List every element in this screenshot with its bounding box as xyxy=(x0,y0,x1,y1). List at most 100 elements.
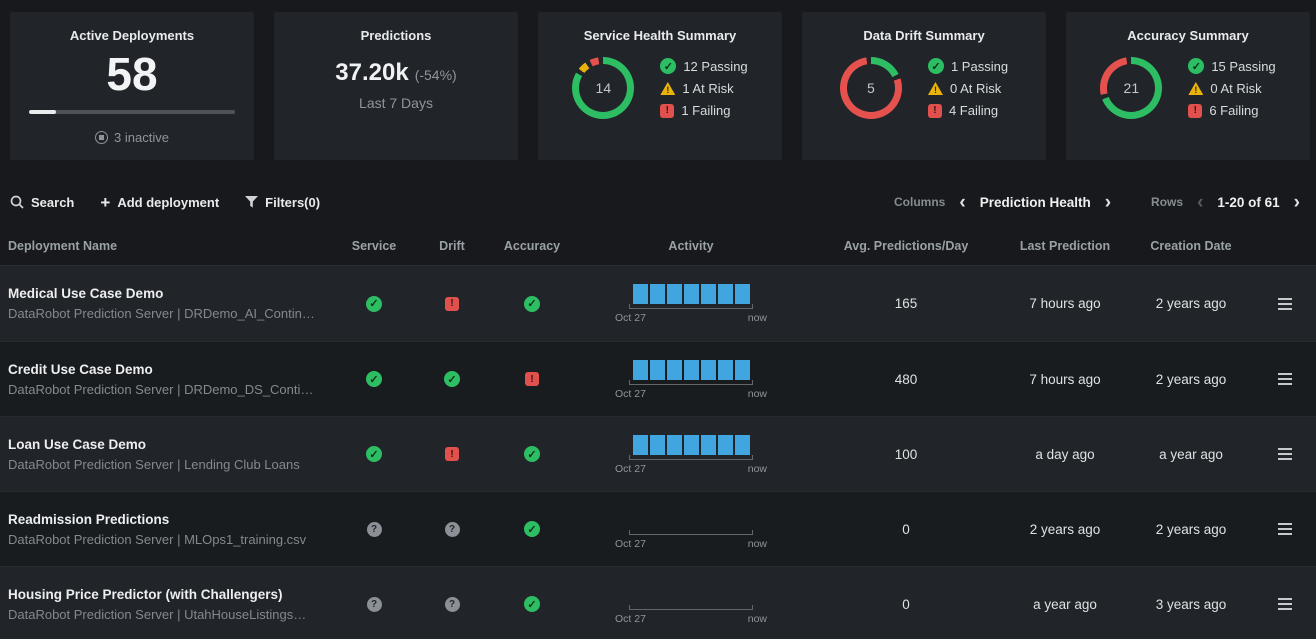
deployment-source: DataRobot Prediction Server | DRDemo_DS_… xyxy=(8,382,313,397)
row-menu-button[interactable] xyxy=(1278,523,1292,535)
drift-status-fail-icon[interactable] xyxy=(445,297,459,311)
activity-end-label: now xyxy=(748,463,767,475)
passing-icon xyxy=(1188,58,1204,74)
deployment-name-link[interactable]: Loan Use Case Demo xyxy=(8,437,146,452)
accuracy-status-pass-icon[interactable] xyxy=(524,446,540,462)
deployment-name-link[interactable]: Readmission Predictions xyxy=(8,512,169,527)
deployment-name-cell: Loan Use Case Demo DataRobot Prediction S… xyxy=(0,437,336,472)
header-deployment-name[interactable]: Deployment Name xyxy=(0,239,336,253)
legend-label: 0 At Risk xyxy=(950,81,1001,96)
search-icon xyxy=(10,195,24,209)
accuracy-status-cell xyxy=(492,372,572,386)
service-status-unknown-icon[interactable] xyxy=(367,597,382,612)
header-last-prediction[interactable]: Last Prediction xyxy=(1002,239,1128,253)
activity-bars xyxy=(633,434,750,455)
header-service[interactable]: Service xyxy=(336,239,412,253)
activity-bar xyxy=(701,435,716,455)
activity-bar xyxy=(735,360,750,380)
accuracy-status-pass-icon[interactable] xyxy=(524,596,540,612)
accuracy-status-pass-icon[interactable] xyxy=(524,521,540,537)
data-drift-legend: 1 Passing 0 At Risk 4 Failing xyxy=(928,58,1008,118)
table-header: Deployment Name Service Drift Accuracy A… xyxy=(0,226,1316,266)
accuracy-status-cell xyxy=(492,596,572,612)
header-activity[interactable]: Activity xyxy=(572,239,810,253)
header-creation-date[interactable]: Creation Date xyxy=(1128,239,1254,253)
row-actions-cell xyxy=(1254,598,1316,610)
deployment-source: DataRobot Prediction Server | Lending Cl… xyxy=(8,457,300,472)
row-actions-cell xyxy=(1254,523,1316,535)
activity-bar xyxy=(650,284,665,304)
filters-label: Filters(0) xyxy=(265,195,320,210)
rows-next-chevron-icon[interactable]: › xyxy=(1292,193,1302,212)
service-status-pass-icon[interactable] xyxy=(366,296,382,312)
table-toolbar: Search + Add deployment Filters(0) Colum… xyxy=(0,178,1316,226)
drift-status-unknown-icon[interactable] xyxy=(445,522,460,537)
table-row[interactable]: Loan Use Case Demo DataRobot Prediction S… xyxy=(0,416,1316,491)
header-drift[interactable]: Drift xyxy=(412,239,492,253)
activity-bar xyxy=(718,360,733,380)
drift-status-fail-icon[interactable] xyxy=(445,447,459,461)
creation-date-value: 2 years ago xyxy=(1128,372,1254,387)
table-row[interactable]: Medical Use Case DemoDataRobot Predictio… xyxy=(0,266,1316,341)
table-row[interactable]: Housing Price Predictor (with Challenger… xyxy=(0,566,1316,639)
header-accuracy[interactable]: Accuracy xyxy=(492,239,572,253)
columns-label: Columns xyxy=(894,195,945,209)
progress-fill xyxy=(29,110,56,114)
service-status-cell xyxy=(336,597,412,612)
service-status-cell xyxy=(336,371,412,387)
plus-icon: + xyxy=(100,194,110,211)
activity-bar xyxy=(650,435,665,455)
drift-status-pass-icon[interactable] xyxy=(444,371,460,387)
failing-icon xyxy=(1188,104,1202,118)
row-menu-button[interactable] xyxy=(1278,448,1292,460)
service-status-cell xyxy=(336,296,412,312)
row-menu-button[interactable] xyxy=(1278,373,1292,385)
columns-next-chevron-icon[interactable]: › xyxy=(1103,193,1113,212)
header-avg-predictions[interactable]: Avg. Predictions/Day xyxy=(810,239,1002,253)
card-title: Active Deployments xyxy=(70,28,194,43)
inactive-note: 3 inactive xyxy=(95,130,169,145)
accuracy-legend: 15 Passing 0 At Risk 6 Failing xyxy=(1188,58,1275,118)
row-actions-cell xyxy=(1254,448,1316,460)
last-prediction-value: 7 hours ago xyxy=(1002,296,1128,311)
service-status-cell xyxy=(336,522,412,537)
rows-prev-chevron-icon[interactable]: ‹ xyxy=(1195,193,1205,212)
activity-bars xyxy=(633,283,750,304)
creation-date-value: 2 years ago xyxy=(1128,522,1254,537)
legend-label: 1 Failing xyxy=(681,103,730,118)
add-deployment-button[interactable]: + Add deployment xyxy=(100,194,219,211)
activity-bar xyxy=(718,284,733,304)
activity-bar xyxy=(684,360,699,380)
filters-button[interactable]: Filters(0) xyxy=(245,195,320,210)
table-row[interactable]: Readmission PredictionsDataRobot Predict… xyxy=(0,491,1316,566)
activity-axis xyxy=(629,605,753,610)
activity-bar xyxy=(667,284,682,304)
activity-labels: Oct 27now xyxy=(615,463,767,475)
accuracy-status-cell xyxy=(492,296,572,312)
avg-predictions-value: 165 xyxy=(810,296,1002,311)
activity-axis xyxy=(629,380,753,385)
row-actions-cell xyxy=(1254,373,1316,385)
service-status-pass-icon[interactable] xyxy=(366,371,382,387)
drift-status-unknown-icon[interactable] xyxy=(445,597,460,612)
service-status-unknown-icon[interactable] xyxy=(367,522,382,537)
table-row[interactable]: Credit Use Case Demo DataRobot Prediction… xyxy=(0,341,1316,416)
deployment-name-link[interactable]: Medical Use Case Demo xyxy=(8,286,163,301)
deployment-name-link[interactable]: Credit Use Case Demo xyxy=(8,362,153,377)
legend-label: 12 Passing xyxy=(683,59,747,74)
avg-predictions-value: 480 xyxy=(810,372,1002,387)
activity-cell: Oct 27now xyxy=(572,509,810,550)
accuracy-status-pass-icon[interactable] xyxy=(524,296,540,312)
row-menu-button[interactable] xyxy=(1278,298,1292,310)
service-status-pass-icon[interactable] xyxy=(366,446,382,462)
row-menu-button[interactable] xyxy=(1278,598,1292,610)
columns-prev-chevron-icon[interactable]: ‹ xyxy=(957,193,967,212)
activity-chart: Oct 27now xyxy=(615,283,767,324)
accuracy-status-fail-icon[interactable] xyxy=(525,372,539,386)
summary-cards: Active Deployments 58 3 inactive Predict… xyxy=(0,0,1316,160)
deployment-name-link[interactable]: Housing Price Predictor (with Challenger… xyxy=(8,587,283,602)
search-button[interactable]: Search xyxy=(10,195,74,210)
activity-end-label: now xyxy=(748,613,767,625)
activity-end-label: now xyxy=(748,312,767,324)
at-risk-icon xyxy=(928,82,943,95)
